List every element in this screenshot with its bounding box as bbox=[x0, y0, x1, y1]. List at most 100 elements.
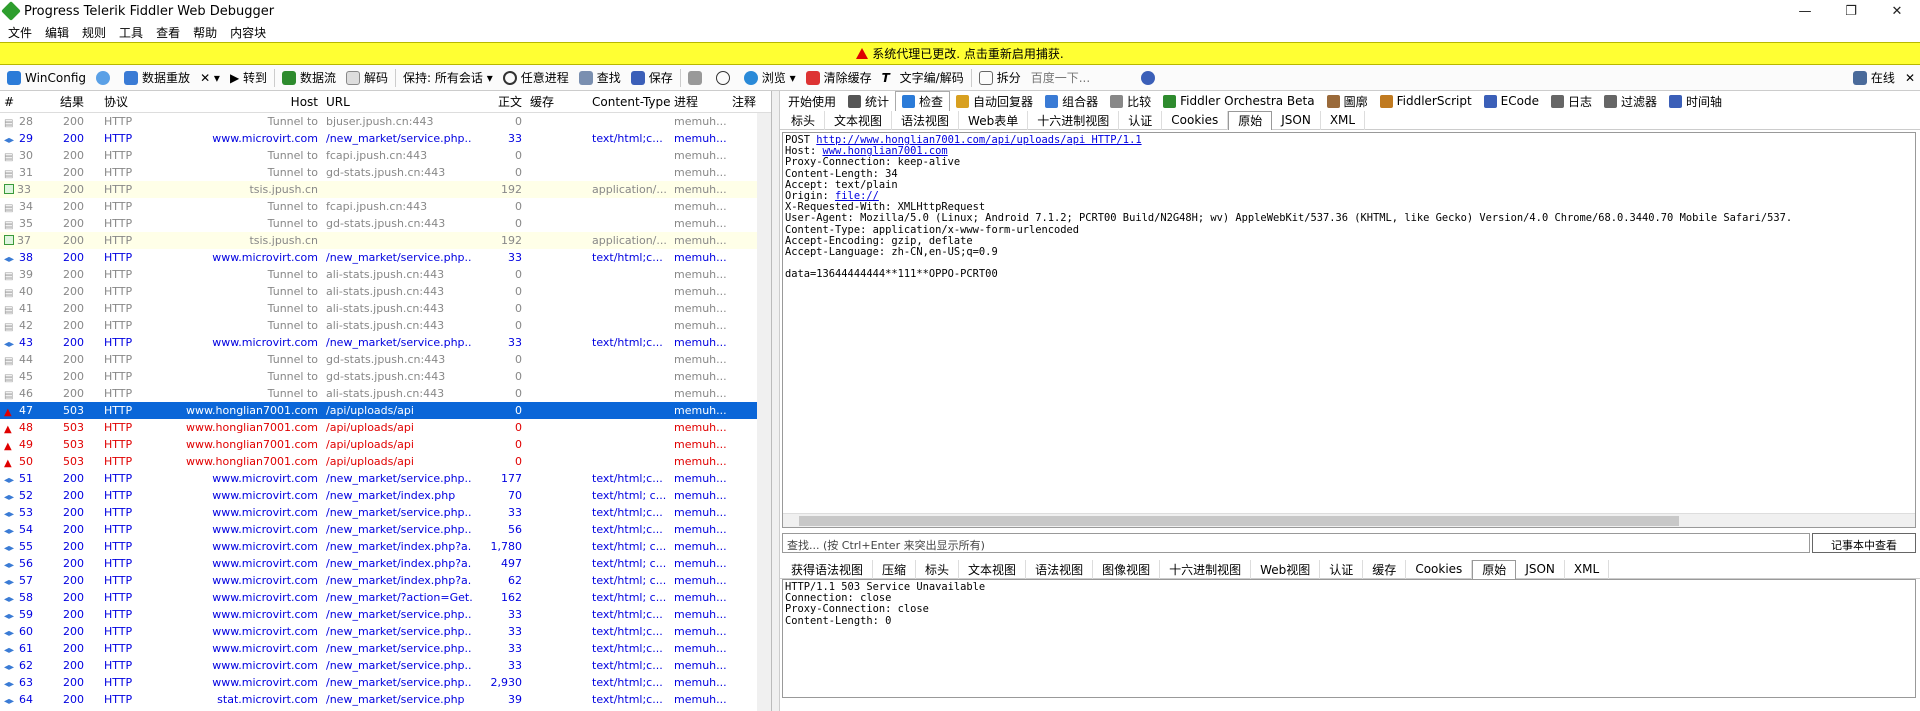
session-row[interactable]: ▤ 39 200 HTTP Tunnel to ali-stats.jpush.cn:44… bbox=[0, 266, 771, 283]
column-header[interactable]: 进程 bbox=[670, 93, 728, 110]
close-toolbar-button[interactable]: ✕ bbox=[1900, 66, 1920, 90]
session-row[interactable]: ▲ 48 503 HTTP www.honglian7001.com/api/uploa… bbox=[0, 419, 771, 436]
request-url-link[interactable]: http://www.honglian7001.com/api/uploads/… bbox=[816, 134, 1141, 146]
menu-edit[interactable]: 编辑 bbox=[45, 24, 69, 41]
view-tab[interactable]: 十六进制视图 bbox=[1160, 559, 1252, 579]
inspector-tab[interactable]: 比较 bbox=[1104, 91, 1157, 111]
view-tab[interactable]: JSON bbox=[1272, 110, 1321, 130]
view-tab[interactable]: 原始 bbox=[1228, 110, 1273, 130]
session-row[interactable]: ◂▸ 62 200 HTTP www.microvirt.com/new_market/… bbox=[0, 657, 771, 674]
timer-button[interactable] bbox=[711, 66, 739, 90]
session-row[interactable]: ◂▸ 59 200 HTTP www.microvirt.com/new_market/… bbox=[0, 606, 771, 623]
session-row[interactable]: ◂▸ 64 200 HTTP stat.microvirt.com/new_market… bbox=[0, 691, 771, 708]
session-row[interactable]: ▤ 34 200 HTTP Tunnel to fcapi.jpush.cn:443 0 me… bbox=[0, 198, 771, 215]
column-header[interactable]: Content-Type bbox=[588, 95, 670, 109]
session-list-scrollbar[interactable] bbox=[757, 113, 771, 711]
request-horizontal-scrollbar[interactable] bbox=[783, 513, 1915, 527]
column-header[interactable]: 缓存 bbox=[526, 93, 588, 110]
session-row[interactable]: ◂▸ 55 200 HTTP www.microvirt.com/new_market/… bbox=[0, 538, 771, 555]
view-tab[interactable]: 语法视图 bbox=[892, 110, 960, 130]
replay-button[interactable]: 数据重放 bbox=[119, 66, 195, 90]
view-tab[interactable]: XML bbox=[1321, 110, 1366, 130]
pane-splitter[interactable] bbox=[772, 91, 780, 711]
scroll-thumb[interactable] bbox=[799, 516, 1679, 526]
close-window-button[interactable]: ✕ bbox=[1874, 4, 1920, 19]
view-tab[interactable]: 获得语法视图 bbox=[782, 559, 874, 579]
session-row[interactable]: ◂▸ 29 200 HTTP www.microvirt.com/new_market/… bbox=[0, 130, 771, 147]
menu-help[interactable]: 帮助 bbox=[193, 24, 217, 41]
session-row[interactable]: ▤ 44 200 HTTP Tunnel to gd-stats.jpush.cn:443… bbox=[0, 351, 771, 368]
view-tab[interactable]: 标头 bbox=[916, 559, 960, 579]
inspector-tab[interactable]: 统计 bbox=[842, 91, 895, 111]
session-row[interactable]: ▤ 35 200 HTTP Tunnel to gd-stats.jpush.cn:443… bbox=[0, 215, 771, 232]
clear-cache-button[interactable]: 清除缓存 bbox=[801, 66, 877, 90]
decode-button[interactable]: 解码 bbox=[341, 66, 393, 90]
session-row[interactable]: ▤ 42 200 HTTP Tunnel to ali-stats.jpush.cn:44… bbox=[0, 317, 771, 334]
session-row[interactable]: ▤ 28 200 HTTP Tunnel to bjuser.jpush.cn:443 0 m… bbox=[0, 113, 771, 130]
session-list[interactable]: # 结果 协议 Host URL 正文 缓存 Content-Type 进程 注释 ▤ 28 200 H… bbox=[0, 91, 772, 711]
inspector-tab[interactable]: 时间轴 bbox=[1663, 91, 1728, 111]
view-tab[interactable]: Cookies bbox=[1406, 559, 1473, 579]
inspector-tab[interactable]: Fiddler Orchestra Beta bbox=[1157, 91, 1321, 111]
find-button[interactable]: 查找 bbox=[574, 66, 626, 90]
host-link[interactable]: www.honglian7001.com bbox=[823, 145, 948, 157]
origin-link[interactable]: file:// bbox=[835, 190, 879, 202]
column-header[interactable]: 正文 bbox=[472, 93, 526, 110]
maximize-button[interactable]: ❐ bbox=[1828, 4, 1874, 19]
browse-button[interactable]: 浏览 ▾ bbox=[739, 66, 801, 90]
column-header[interactable]: Host bbox=[152, 95, 322, 109]
online-indicator[interactable]: 在线 bbox=[1848, 66, 1900, 90]
session-row[interactable]: ▲ 47 503 HTTP www.honglian7001.com/api/uploa… bbox=[0, 402, 771, 419]
session-row[interactable]: ▲ 50 503 HTTP www.honglian7001.com/api/uploa… bbox=[0, 453, 771, 470]
session-row[interactable]: ◂▸ 60 200 HTTP www.microvirt.com/new_market/… bbox=[0, 623, 771, 640]
column-header[interactable]: # bbox=[0, 95, 52, 109]
help-button[interactable] bbox=[1136, 66, 1164, 90]
session-row[interactable]: ◂▸ 57 200 HTTP www.microvirt.com/new_market/… bbox=[0, 572, 771, 589]
any-process-button[interactable]: 任意进程 bbox=[498, 66, 574, 90]
session-row[interactable]: ▤ 45 200 HTTP Tunnel to gd-stats.jpush.cn:443… bbox=[0, 368, 771, 385]
view-tab[interactable]: JSON bbox=[1516, 559, 1565, 579]
session-row[interactable]: ◂▸ 61 200 HTTP www.microvirt.com/new_market/… bbox=[0, 640, 771, 657]
tearoff-button[interactable]: 拆分 bbox=[974, 66, 1026, 90]
session-row[interactable]: 37 200 HTTP tsis.jpush.cn 192 application/...… bbox=[0, 232, 771, 249]
inspector-tab[interactable]: ECode bbox=[1478, 91, 1545, 111]
view-tab[interactable]: XML bbox=[1565, 559, 1610, 579]
menu-view[interactable]: 查看 bbox=[156, 24, 180, 41]
inspector-tab[interactable]: FiddlerScript bbox=[1374, 91, 1478, 111]
view-tab[interactable]: Cookies bbox=[1162, 110, 1229, 130]
view-in-notepad-button[interactable]: 记事本中查看 bbox=[1812, 533, 1916, 553]
column-header[interactable]: URL bbox=[322, 95, 472, 109]
view-tab[interactable]: 认证 bbox=[1320, 559, 1364, 579]
session-row[interactable]: ▤ 40 200 HTTP Tunnel to ali-stats.jpush.cn:44… bbox=[0, 283, 771, 300]
session-row[interactable]: ▤ 46 200 HTTP Tunnel to ali-stats.jpush.cn:44… bbox=[0, 385, 771, 402]
session-row[interactable]: ◂▸ 54 200 HTTP www.microvirt.com/new_market/… bbox=[0, 521, 771, 538]
session-row[interactable]: ◂▸ 58 200 HTTP www.microvirt.com/new_market/… bbox=[0, 589, 771, 606]
session-row[interactable]: ▤ 30 200 HTTP Tunnel to fcapi.jpush.cn:443 0 me… bbox=[0, 147, 771, 164]
text-wizard-button[interactable]: T 文字编/解码 bbox=[877, 66, 969, 90]
remove-button[interactable]: ✕ ▾ bbox=[195, 66, 225, 90]
go-button[interactable]: ▶ 转到 bbox=[225, 66, 272, 90]
inspector-tab[interactable]: 开始使用 bbox=[782, 91, 842, 111]
column-header[interactable]: 结果 bbox=[52, 93, 100, 110]
request-raw-view[interactable]: POST http://www.honglian7001.com/api/upl… bbox=[782, 132, 1916, 528]
view-tab[interactable]: Web视图 bbox=[1251, 559, 1321, 579]
view-tab[interactable]: 认证 bbox=[1119, 110, 1163, 130]
keep-sessions-dropdown[interactable]: 保持: 所有会话 ▾ bbox=[398, 66, 498, 90]
session-row[interactable]: ◂▸ 56 200 HTTP www.microvirt.com/new_market/… bbox=[0, 555, 771, 572]
find-input[interactable]: 查找... (按 Ctrl+Enter 来突出显示所有) bbox=[782, 533, 1810, 553]
view-tab[interactable]: 原始 bbox=[1472, 559, 1517, 579]
inspector-tab[interactable]: 组合器 bbox=[1039, 91, 1104, 111]
search-input[interactable]: 百度一下... bbox=[1026, 66, 1136, 90]
session-row[interactable]: ▤ 41 200 HTTP Tunnel to ali-stats.jpush.cn:44… bbox=[0, 300, 771, 317]
view-tab[interactable]: 压缩 bbox=[873, 559, 917, 579]
view-tab[interactable]: 标头 bbox=[782, 110, 826, 130]
view-tab[interactable]: 图像视图 bbox=[1093, 559, 1161, 579]
winconfig-button[interactable]: WinConfig bbox=[2, 66, 91, 90]
inspector-tab[interactable]: 圖廓 bbox=[1321, 91, 1374, 111]
session-row[interactable]: ▲ 49 503 HTTP www.honglian7001.com/api/uploa… bbox=[0, 436, 771, 453]
view-tab[interactable]: 十六进制视图 bbox=[1028, 110, 1120, 130]
view-tab[interactable]: 文本视图 bbox=[825, 110, 893, 130]
menu-tools[interactable]: 工具 bbox=[119, 24, 143, 41]
view-tab[interactable]: 语法视图 bbox=[1026, 559, 1094, 579]
view-tab[interactable]: Web表单 bbox=[959, 110, 1029, 130]
